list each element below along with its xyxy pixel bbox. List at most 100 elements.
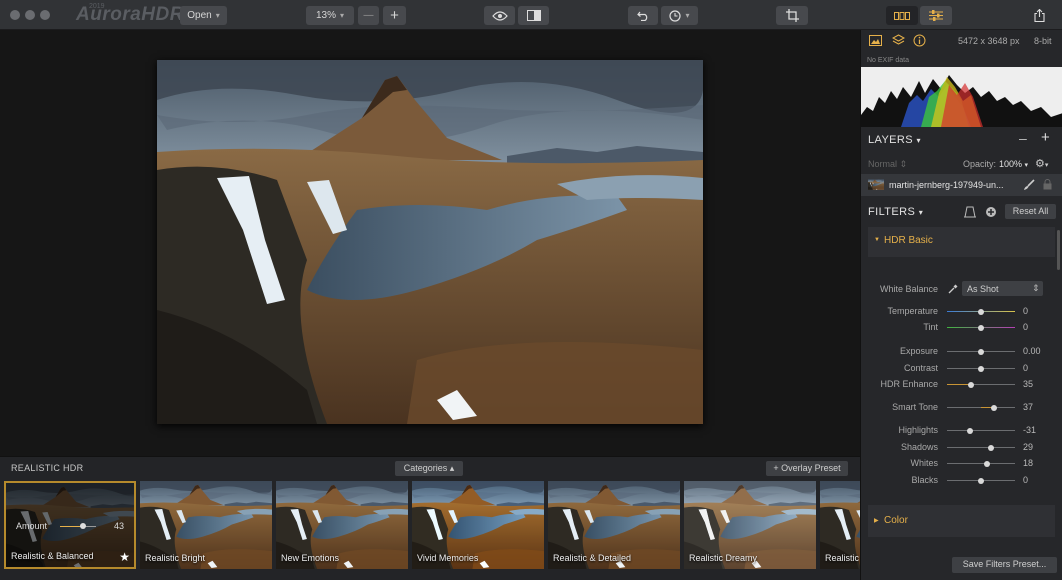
highlights-slider[interactable] xyxy=(947,427,1015,434)
preset-thumbnail[interactable]: Realistic & Balanced Amount 43 ★ xyxy=(4,481,136,569)
open-button[interactable]: Open ▾ xyxy=(180,6,227,25)
hdr-basic-section[interactable]: ▼ HDR Basic xyxy=(868,227,1055,257)
presets-toggle-button[interactable] xyxy=(886,6,918,25)
chevron-down-icon: ▾ xyxy=(340,11,345,20)
smart-tone-label: Smart Tone xyxy=(892,402,938,412)
exposure-value[interactable]: 0.00 xyxy=(1023,346,1041,356)
temperature-knob[interactable] xyxy=(978,308,984,315)
opacity-value[interactable]: 100% ▾ xyxy=(999,159,1028,169)
right-panel: 5472 x 3648 px 8-bit No EXIF data LAYERS… xyxy=(860,30,1062,580)
preset-thumbnail[interactable]: Realistic Bright xyxy=(140,481,272,569)
preview-button[interactable] xyxy=(484,6,515,25)
blacks-knob[interactable] xyxy=(978,477,984,484)
chevron-down-icon: ▾ xyxy=(1024,162,1029,169)
temperature-slider[interactable] xyxy=(947,308,1015,315)
image-info-icon[interactable] xyxy=(869,35,882,46)
filters-scrollbar[interactable] xyxy=(1057,230,1060,270)
whites-value[interactable]: 18 xyxy=(1023,458,1033,468)
preset-label: Realistic & Detailed xyxy=(553,553,632,563)
favorite-star-icon[interactable]: ★ xyxy=(119,550,130,564)
white-balance-select[interactable]: As Shot ⇕ xyxy=(962,281,1043,296)
contrast-knob[interactable] xyxy=(978,365,984,372)
whites-knob[interactable] xyxy=(984,460,990,467)
smart-tone-slider[interactable] xyxy=(947,404,1015,411)
hdr-enhance-value[interactable]: 35 xyxy=(1023,379,1033,389)
layer-settings-gear-icon[interactable]: ⚙▾ xyxy=(1035,157,1048,170)
tint-slider[interactable] xyxy=(947,324,1015,331)
layer-row[interactable]: martin-jernberg-197949-un... xyxy=(861,174,1062,196)
add-layer-button[interactable]: + xyxy=(1041,129,1050,146)
window-zoom-button[interactable] xyxy=(40,10,50,20)
brush-icon[interactable] xyxy=(1023,179,1035,191)
add-filter-icon[interactable] xyxy=(985,206,997,218)
temperature-label: Temperature xyxy=(887,306,938,316)
zoom-out-button[interactable]: — xyxy=(358,6,379,25)
preset-thumbnail[interactable]: Vivid Memories xyxy=(412,481,544,569)
tint-knob[interactable] xyxy=(978,324,984,331)
info-icon[interactable] xyxy=(913,34,926,47)
whites-slider[interactable] xyxy=(947,460,1015,467)
undo-button[interactable] xyxy=(628,6,658,25)
blacks-label: Blacks xyxy=(911,475,938,485)
contrast-value[interactable]: 0 xyxy=(1023,363,1028,373)
share-icon xyxy=(1033,9,1045,22)
shadows-slider[interactable] xyxy=(947,444,1015,451)
opacity-label: Opacity: xyxy=(963,159,997,169)
bit-depth: 8-bit xyxy=(1034,36,1052,46)
save-filters-preset-button[interactable]: Save Filters Preset... xyxy=(952,557,1057,573)
temperature-value[interactable]: 0 xyxy=(1023,306,1028,316)
layer-name: martin-jernberg-197949-un... xyxy=(889,180,1004,190)
preset-label: Realistic Bright xyxy=(145,553,206,563)
highlights-value[interactable]: -31 xyxy=(1023,425,1036,435)
filters-toggle-button[interactable] xyxy=(920,6,952,25)
eyedropper-icon[interactable] xyxy=(948,284,958,294)
color-section[interactable]: ▶ Color xyxy=(868,505,1055,537)
tint-value[interactable]: 0 xyxy=(1023,322,1028,332)
image-canvas[interactable] xyxy=(0,30,860,456)
amount-slider[interactable]: Amount 43 xyxy=(16,521,128,535)
categories-button[interactable]: Categories ▴ xyxy=(395,461,463,476)
image-dimensions: 5472 x 3648 px xyxy=(958,36,1020,46)
white-balance-label: White Balance xyxy=(879,284,938,294)
layers-header[interactable]: LAYERS ▾ xyxy=(868,134,1062,146)
lock-icon[interactable] xyxy=(1043,179,1052,190)
preset-thumbnail[interactable]: Realistic Dreamy xyxy=(684,481,816,569)
tint-label: Tint xyxy=(923,322,938,332)
window-minimize-button[interactable] xyxy=(25,10,35,20)
shadows-value[interactable]: 29 xyxy=(1023,442,1033,452)
share-button[interactable] xyxy=(1028,6,1050,25)
blend-mode-select[interactable]: Normal ⇕ xyxy=(868,159,907,170)
smart-tone-knob[interactable] xyxy=(991,404,997,411)
zoom-select[interactable]: 13% ▾ xyxy=(306,6,354,25)
exposure-knob[interactable] xyxy=(978,348,984,355)
preset-thumbnail[interactable]: Realistic xyxy=(820,481,860,569)
exposure-slider[interactable] xyxy=(947,348,1015,355)
remove-layer-button[interactable]: – xyxy=(1019,130,1027,146)
blacks-value[interactable]: 0 xyxy=(1023,475,1028,485)
amount-knob[interactable] xyxy=(80,523,86,529)
window-close-button[interactable] xyxy=(10,10,20,20)
preset-thumbnail[interactable]: New Emotions xyxy=(276,481,408,569)
shadows-knob[interactable] xyxy=(988,444,994,451)
mask-tool-icon[interactable] xyxy=(964,206,976,218)
chevron-down-icon: ▾ xyxy=(918,208,924,217)
hdr-enhance-slider[interactable] xyxy=(947,381,1015,388)
photo-preview xyxy=(157,60,703,424)
zoom-in-button[interactable]: + xyxy=(383,6,406,25)
blacks-slider[interactable] xyxy=(947,477,1015,484)
layers-icon[interactable] xyxy=(892,34,905,47)
crop-button[interactable] xyxy=(776,6,808,25)
triangle-down-icon: ▼ xyxy=(874,237,880,243)
smart-tone-value[interactable]: 37 xyxy=(1023,402,1033,412)
hdr-enhance-knob[interactable] xyxy=(968,381,974,388)
compare-button[interactable] xyxy=(518,6,549,25)
chevron-updown-icon: ⇕ xyxy=(899,159,908,169)
preset-category-title: REALISTIC HDR xyxy=(11,463,84,473)
reset-all-button[interactable]: Reset All xyxy=(1005,204,1056,219)
history-button[interactable]: ▾ xyxy=(661,6,698,25)
overlay-preset-button[interactable]: + Overlay Preset xyxy=(766,461,848,476)
preset-thumbnail[interactable]: Realistic & Detailed xyxy=(548,481,680,569)
contrast-slider[interactable] xyxy=(947,365,1015,372)
highlights-knob[interactable] xyxy=(967,427,973,434)
amount-fill xyxy=(60,526,80,527)
